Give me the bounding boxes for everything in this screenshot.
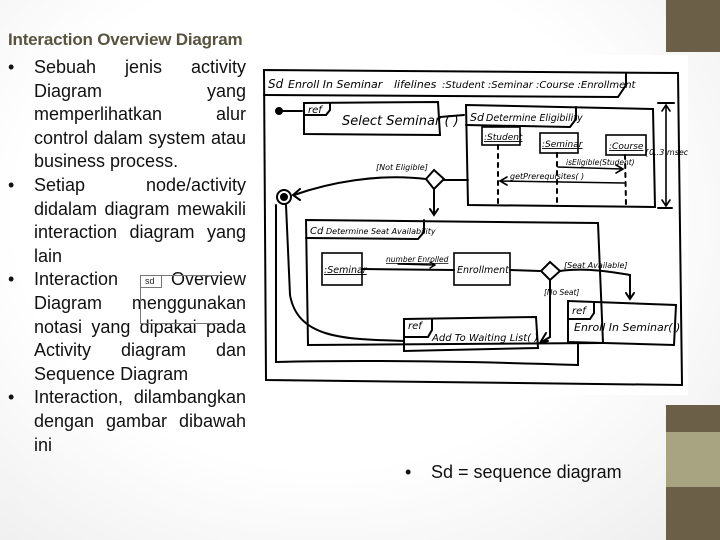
final-node-inner — [280, 193, 288, 201]
footnote-text: Sd = sequence diagram — [431, 462, 622, 482]
outer-frame-tag: Sd — [268, 77, 284, 91]
decorative-bar-bottom-2 — [666, 432, 720, 487]
object-student-label: :Student — [484, 133, 523, 143]
guard-seat-available: [Seat Available] — [564, 261, 628, 270]
decision-node-2 — [539, 260, 562, 282]
interaction-overview-diagram: Sd Enroll In Seminar lifelines :Student … — [258, 55, 693, 395]
cd-availability-name: Determine Seat Availability — [326, 227, 436, 236]
ref-enroll-label: Enroll In Seminar( ) — [574, 321, 680, 334]
link-label: number Enrolled — [386, 255, 449, 264]
ref-enroll-tag: ref — [572, 306, 587, 317]
outer-frame-lifelines-label: lifelines — [394, 78, 437, 91]
cd-availability-tag: Cd — [310, 226, 324, 237]
object-seminar-cd-label: :Seminar — [324, 265, 368, 276]
object-enrollment-label: Enrollment — [457, 265, 510, 276]
outer-frame-name: Enroll In Seminar — [288, 78, 384, 91]
bullet-item: • Interaction, dilambangkan dengan gamba… — [8, 386, 246, 457]
message-get-prerequisites-label: getPrerequisites( ) — [510, 172, 584, 181]
decorative-bar-bottom-1 — [666, 405, 720, 432]
flow-decision-to-availability — [429, 188, 439, 217]
message-is-eligible-label: isEligible(Student) — [566, 158, 635, 167]
bullet-marker: • — [8, 387, 15, 408]
bullet-text: Setiap node/activity didalam diagram mew… — [34, 174, 246, 266]
link-seminar-enrollment — [361, 268, 455, 271]
bullet-item: • Sebuah jenis activity Diagram yang mem… — [8, 56, 246, 174]
bullet-text: Sebuah jenis activity Diagram yang mempe… — [34, 57, 246, 172]
object-seminar-label: :Seminar — [542, 140, 584, 150]
bullet-marker: • — [8, 57, 15, 77]
diagram-svg: Sd Enroll In Seminar lifelines :Student … — [262, 68, 693, 387]
footnote-marker: • — [405, 462, 412, 482]
bullet-item: • Setiap node/activity didalam diagram m… — [8, 174, 246, 268]
sd-frame-tag: sd — [141, 276, 162, 288]
footnote: • Sd = sequence diagram — [405, 462, 622, 483]
time-constraint: {0..3 msec} — [644, 148, 688, 157]
ref-select-label: Select Seminar ( ) — [342, 114, 459, 129]
sd-frame-bottom-line — [140, 323, 220, 324]
sd-frame-notation: sd — [140, 275, 221, 324]
bullet-marker: • — [8, 174, 15, 195]
decision-node-1 — [424, 168, 446, 191]
decorative-bar-top — [666, 0, 720, 52]
bullet-text: Interaction, dilambangkan dengan gambar … — [34, 387, 246, 455]
ref-select-tag: ref — [308, 105, 323, 116]
ref-waiting-tag: ref — [408, 321, 423, 332]
sd-eligibility-tag: Sd — [470, 111, 485, 124]
bullet-list: • Sebuah jenis activity Diagram yang mem… — [8, 56, 246, 457]
bullet-marker: • — [8, 269, 15, 290]
sd-eligibility-name: Determine Eligibility — [486, 113, 583, 124]
flow-enrollment-to-decision — [509, 269, 541, 272]
outer-frame-lifelines: :Student :Seminar :Course :Enrollment — [442, 80, 637, 91]
ref-waiting-label: Add To Waiting List( ) — [431, 333, 538, 344]
decorative-bar-bottom-3 — [666, 487, 720, 540]
guard-not-eligible: [Not Eligible] — [376, 163, 428, 172]
guard-no-seat: [No Seat] — [544, 288, 579, 297]
slide-title: Interaction Overview Diagram — [8, 30, 243, 49]
flow-not-eligible-to-final — [291, 176, 427, 201]
object-course-label: :Course — [609, 142, 644, 152]
